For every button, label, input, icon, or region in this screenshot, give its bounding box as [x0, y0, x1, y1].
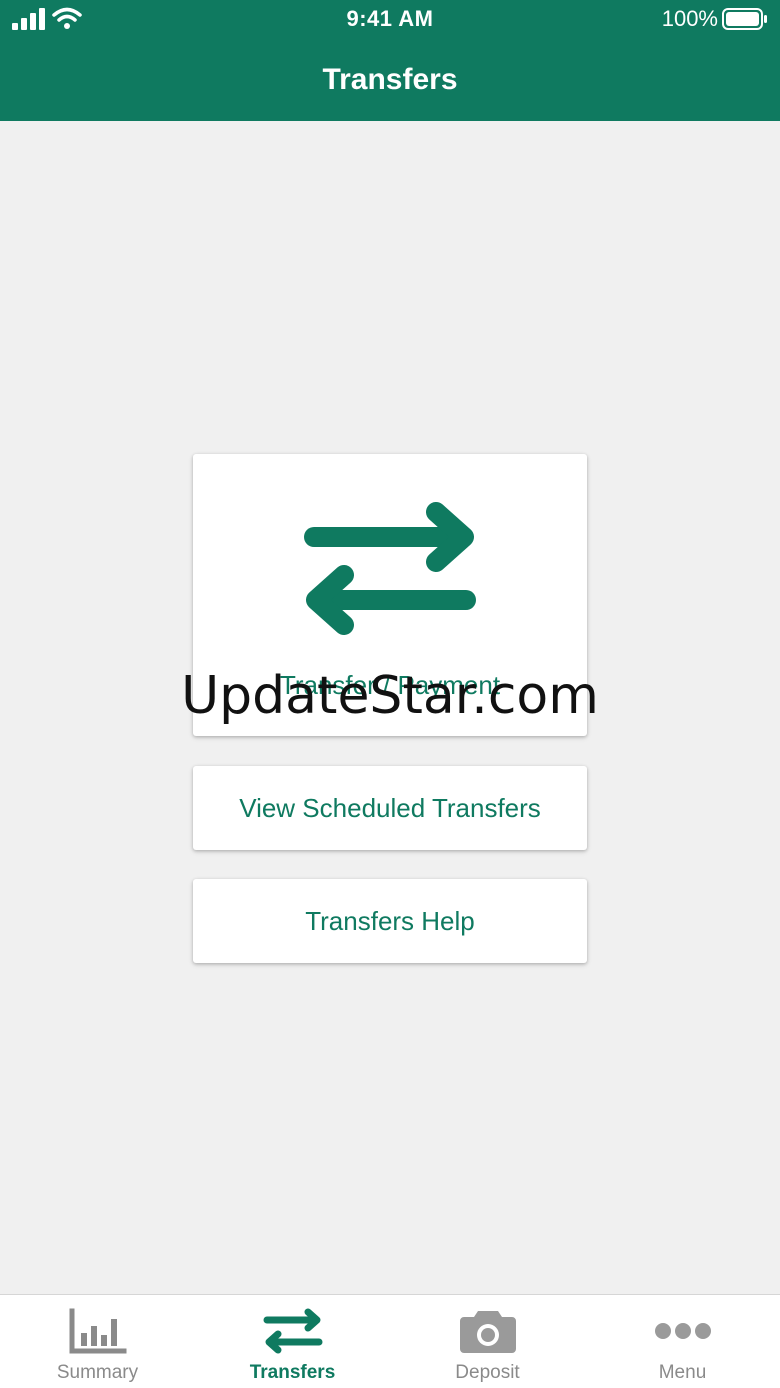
tab-menu[interactable]: Menu	[585, 1295, 780, 1388]
transfer-payment-label: Transfer / Payment	[279, 670, 501, 700]
camera-icon	[460, 1311, 516, 1353]
transfers-help-button[interactable]: Transfers Help	[193, 879, 587, 963]
tab-transfers[interactable]: Transfers	[195, 1295, 390, 1388]
top-bar: 9:41 AM 100% Transfers	[0, 0, 780, 121]
tab-summary-label: Summary	[56, 1362, 139, 1383]
view-scheduled-transfers-button[interactable]: View Scheduled Transfers	[193, 766, 587, 850]
transfer-arrows-icon	[304, 502, 476, 635]
more-dots-icon	[655, 1323, 711, 1339]
view-scheduled-transfers-label: View Scheduled Transfers	[239, 793, 541, 823]
tab-summary[interactable]: Summary	[0, 1295, 195, 1388]
tab-menu-label: Menu	[658, 1362, 707, 1383]
transfers-help-label: Transfers Help	[305, 906, 475, 936]
tab-deposit[interactable]: Deposit	[390, 1295, 585, 1388]
page-title: Transfers	[322, 63, 458, 96]
bar-chart-icon	[69, 1308, 127, 1354]
transfer-payment-button[interactable]: Transfer / Payment	[193, 454, 587, 736]
bottom-tab-bar: Summary Transfers Deposit Menu	[0, 1294, 780, 1388]
battery-icon	[722, 8, 767, 30]
transfer-arrows-icon	[263, 1308, 323, 1354]
battery-percentage: 100%	[661, 6, 718, 31]
tab-transfers-label: Transfers	[249, 1362, 336, 1383]
tab-deposit-label: Deposit	[455, 1362, 520, 1383]
